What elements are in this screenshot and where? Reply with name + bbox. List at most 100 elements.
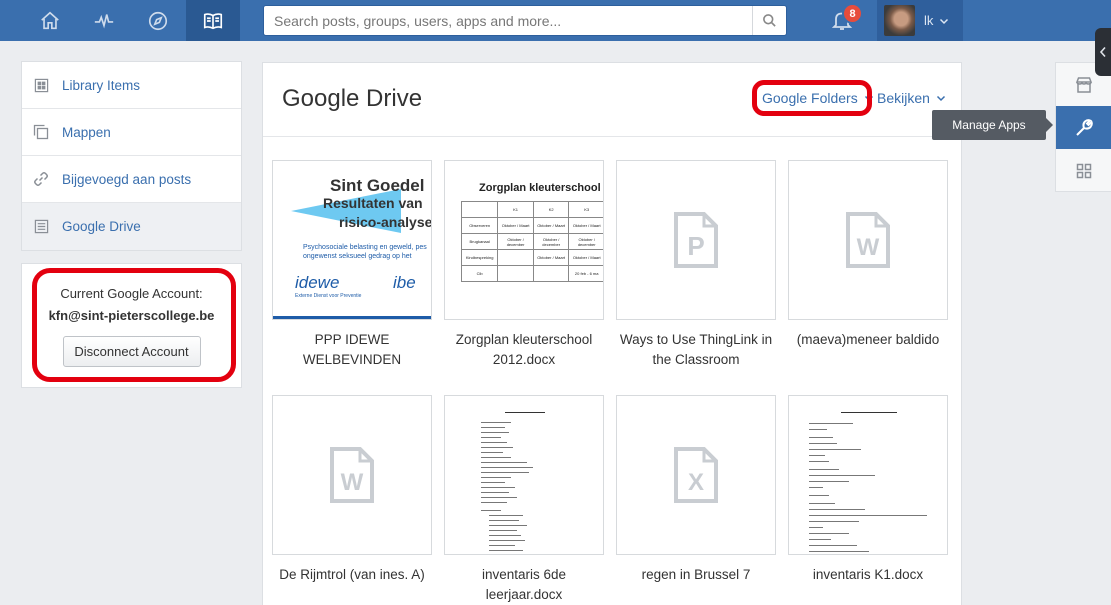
text-line <box>489 525 527 526</box>
notification-badge[interactable]: 8 <box>842 3 863 24</box>
text-line <box>481 437 501 438</box>
text-line <box>481 492 509 493</box>
text-line <box>489 530 517 531</box>
compass-icon <box>148 11 168 30</box>
sidebar-item-label: Bijgevoegd aan posts <box>62 171 192 187</box>
text-line <box>809 429 827 430</box>
sidebar-item-google-drive[interactable]: Google Drive <box>22 203 241 250</box>
text-line <box>809 551 869 552</box>
user-menu[interactable]: lk <box>877 0 963 41</box>
doc-cell: Oktober / december <box>568 233 603 250</box>
text-line <box>809 443 837 444</box>
doc-cell <box>497 265 534 282</box>
file-card[interactable]: Zorgplan kleuterschool 201 K1K2K3 Observ… <box>444 160 604 370</box>
activity-icon <box>94 13 114 29</box>
account-label: Current Google Account: <box>60 286 203 301</box>
file-thumbnail[interactable] <box>444 395 604 555</box>
doc-cell: K1 <box>497 201 534 218</box>
apps-rail <box>1055 62 1111 192</box>
disconnect-account-button[interactable]: Disconnect Account <box>62 336 201 367</box>
file-title[interactable]: PPP IDEWE WELBEVINDEN <box>272 330 432 370</box>
doc-cell: Oktober / Maart <box>532 217 570 234</box>
google-drive-panel: Google Drive Google Folders Bekijken Sin… <box>262 62 962 605</box>
text-line <box>481 457 511 458</box>
text-line <box>809 503 835 504</box>
file-card[interactable]: inventaris 6de leerjaar.docx <box>444 395 604 605</box>
panel-header: Google Drive Google Folders Bekijken <box>263 63 961 137</box>
manage-apps-button[interactable] <box>1056 106 1111 149</box>
file-card[interactable]: inventaris K1.docx <box>788 395 948 585</box>
chevron-down-icon <box>864 95 873 102</box>
avatar <box>884 5 915 36</box>
svg-text:W: W <box>341 469 364 496</box>
google-folders-dropdown[interactable]: Google Folders <box>762 90 874 106</box>
slide-text: Resultaten van <box>323 195 423 211</box>
excel-icon: X <box>674 447 718 503</box>
account-email: kfn@sint-pieterscollege.be <box>48 308 215 323</box>
file-card[interactable]: P Ways to Use ThingLink in the Classroom <box>616 160 776 370</box>
file-title[interactable]: inventaris K1.docx <box>788 565 948 585</box>
text-line <box>809 449 861 450</box>
sidebar-item-mappen[interactable]: Mappen <box>22 109 241 156</box>
doc-cell: 20 feb - 6 ma <box>568 265 603 282</box>
wrench-icon <box>1076 118 1093 136</box>
file-card[interactable]: W (maeva)meneer baldido <box>788 160 948 350</box>
apps-grid-button[interactable] <box>1056 149 1111 192</box>
text-line <box>809 495 829 496</box>
text-line <box>809 461 829 462</box>
sidebar-item-bijgevoegd[interactable]: Bijgevoegd aan posts <box>22 156 241 203</box>
file-thumbnail[interactable] <box>788 395 948 555</box>
library-book-icon <box>203 12 223 29</box>
sidebar-item-library-items[interactable]: Library Items <box>22 62 241 109</box>
text-line <box>489 515 523 516</box>
text-line <box>481 497 517 498</box>
document-preview <box>445 396 603 554</box>
document-preview <box>789 396 947 554</box>
file-thumbnail[interactable]: Zorgplan kleuterschool 201 K1K2K3 Observ… <box>444 160 604 320</box>
top-navigation-bar: 8 lk <box>0 0 1111 41</box>
apps-grid-icon <box>1076 163 1092 178</box>
text-line <box>505 412 545 413</box>
library-button[interactable] <box>186 0 240 41</box>
view-label: Bekijken <box>877 90 930 106</box>
doc-cell: Clb <box>460 265 499 282</box>
doc-cell: Observeren <box>460 217 499 234</box>
file-card[interactable]: Sint Goedel Resultaten van risico-analys… <box>272 160 432 370</box>
grid-square-icon <box>33 77 49 93</box>
text-line <box>481 472 529 473</box>
view-dropdown[interactable]: Bekijken <box>877 90 946 106</box>
file-thumbnail[interactable]: W <box>272 395 432 555</box>
file-title[interactable]: Zorgplan kleuterschool 2012.docx <box>444 330 604 370</box>
file-thumbnail[interactable]: X <box>616 395 776 555</box>
file-title[interactable]: inventaris 6de leerjaar.docx <box>444 565 604 605</box>
powerpoint-icon: P <box>674 212 718 268</box>
logo-subtitle: Externe Dienst voor Preventie <box>295 293 362 299</box>
file-title[interactable]: De Rijmtrol (van ines. A) <box>272 565 432 585</box>
doc-table: K1 K2 K3 Observeren Oktober / Maart Oktober … <box>460 201 603 282</box>
collapse-rail-button[interactable] <box>1095 28 1111 76</box>
search-input[interactable] <box>264 6 752 35</box>
text-line <box>481 510 501 511</box>
doc-cell: Oktober / Maart <box>497 217 534 234</box>
library-sidebar: Library Items Mappen Bijgevoegd aan post… <box>21 61 242 251</box>
file-thumbnail[interactable]: P <box>616 160 776 320</box>
file-title[interactable]: Ways to Use ThingLink in the Classroom <box>616 330 776 370</box>
file-thumbnail[interactable]: Sint Goedel Resultaten van risico-analys… <box>272 160 432 320</box>
text-line <box>809 515 927 516</box>
text-line <box>481 452 503 453</box>
file-card[interactable]: W De Rijmtrol (van ines. A) <box>272 395 432 585</box>
file-card[interactable]: X regen in Brussel 7 <box>616 395 776 585</box>
activity-button[interactable] <box>77 0 131 41</box>
search-button[interactable] <box>752 6 786 35</box>
file-title[interactable]: regen in Brussel 7 <box>616 565 776 585</box>
chevron-left-icon <box>1099 46 1106 58</box>
text-line <box>809 475 875 476</box>
text-line <box>809 437 833 438</box>
file-title[interactable]: (maeva)meneer baldido <box>788 330 948 350</box>
file-thumbnail[interactable]: W <box>788 160 948 320</box>
text-line <box>481 447 513 448</box>
explore-button[interactable] <box>131 0 185 41</box>
document-preview: Zorgplan kleuterschool 201 K1K2K3 Observ… <box>445 161 603 319</box>
doc-cell <box>532 265 570 282</box>
home-button[interactable] <box>23 0 77 41</box>
